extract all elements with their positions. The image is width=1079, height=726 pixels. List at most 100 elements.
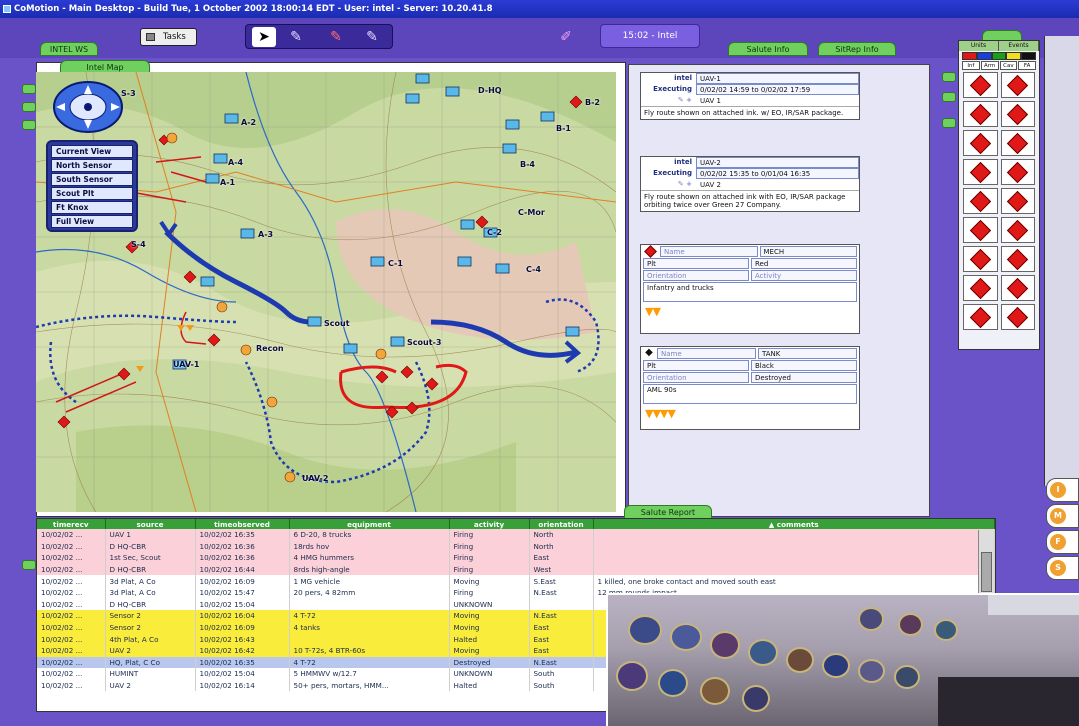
unit-label[interactable]: Recon [256,344,284,353]
unit-label[interactable]: Scout-3 [407,338,441,347]
name-field[interactable]: Name [660,246,758,257]
palette-symbol[interactable] [963,159,998,185]
eraser-icon[interactable]: ✐ [555,27,577,47]
symbol-description[interactable]: Infantry and trucks [643,282,857,302]
alert-item[interactable]: M [1046,504,1079,528]
side-button[interactable] [22,102,36,112]
scrollbar-thumb[interactable] [981,552,992,592]
unit-label[interactable]: C-4 [526,265,541,274]
palette-symbol[interactable] [1000,101,1035,127]
activity-select[interactable]: Destroyed [751,372,857,383]
palette-symbol[interactable] [963,275,998,301]
column-header[interactable]: timeobserved [195,519,290,529]
palette-symbol[interactable] [1000,72,1035,98]
table-row[interactable]: 10/02/02 ... 1st Sec, Scout 10/02/02 16:36… [37,552,995,564]
palette-sub-fa[interactable]: FA [1018,61,1036,70]
compass-navigator-icon[interactable] [52,80,124,134]
affiliation-select[interactable]: Black [751,360,857,371]
edit-icon[interactable]: ✎ + [641,179,696,190]
name-field[interactable]: Name [657,348,756,359]
activity-select[interactable]: Activity [751,270,857,281]
palette-symbol[interactable] [963,72,998,98]
type-select[interactable]: TANK [758,348,857,359]
view-south-sensor[interactable]: South Sensor [51,173,133,186]
palette-symbol[interactable] [1000,188,1035,214]
unit-label[interactable]: Scout [324,319,350,328]
unit-label[interactable]: UAV-2 [302,474,328,483]
type-select[interactable]: MECH [759,246,857,257]
side-button[interactable] [22,84,36,94]
palette-sub-arm[interactable]: Arm [980,61,999,70]
orientation-select[interactable]: Orientation [643,270,749,281]
side-button[interactable] [942,118,956,128]
column-header[interactable]: timerecv [37,519,106,529]
task-time[interactable]: 0/02/02 14:59 to 0/02/02 17:59 [696,84,859,95]
palette-symbol[interactable] [1000,246,1035,272]
orientation-select[interactable]: Orientation [643,372,749,383]
color-green[interactable] [991,52,1007,60]
palette-sub-inf[interactable]: Inf [962,61,980,70]
unit-label[interactable]: C-1 [388,259,403,268]
tab-intel-ws[interactable]: INTEL WS [40,42,98,56]
tab-sitrep-info[interactable]: SitRep Info [818,42,896,56]
view-ft-knox[interactable]: Ft Knox [51,201,133,214]
column-header[interactable]: activity [449,519,530,529]
color-blue[interactable] [976,52,992,60]
unit-label[interactable]: B-2 [585,98,600,107]
alert-item[interactable]: I [1046,478,1079,502]
side-button[interactable] [942,92,956,102]
alert-item[interactable]: S [1046,556,1079,580]
column-header[interactable]: orientation [529,519,594,529]
pen-red-icon[interactable]: ✎ [324,27,348,47]
view-full[interactable]: Full View [51,215,133,228]
color-black[interactable] [1021,52,1036,60]
pointer-arrow-icon[interactable]: ➤ [252,27,276,47]
pen-purple-icon[interactable]: ✎ [360,27,384,47]
table-row[interactable]: 10/02/02 ... D HQ-CBR 10/02/02 16:44 8rds h… [37,563,995,576]
column-header[interactable]: equipment [289,519,450,529]
palette-symbol[interactable] [963,130,998,156]
column-header[interactable]: source [105,519,196,529]
unit-label[interactable]: C-2 [487,228,502,237]
unit-label[interactable]: A-3 [258,230,273,239]
palette-symbol[interactable] [963,246,998,272]
color-red[interactable] [962,52,977,60]
color-yellow[interactable] [1006,52,1022,60]
unit-label[interactable]: UAV-1 [173,360,199,369]
unit-label[interactable]: B-4 [520,160,535,169]
side-button[interactable] [22,560,36,570]
palette-sub-cav[interactable]: Cav [999,61,1018,70]
side-button[interactable] [22,120,36,130]
unit-label[interactable]: A-4 [228,158,243,167]
palette-symbol[interactable] [1000,159,1035,185]
view-current[interactable]: Current View [51,145,133,158]
palette-symbol[interactable] [1000,275,1035,301]
view-north-sensor[interactable]: North Sensor [51,159,133,172]
task-card-uav2[interactable]: intel UAV-2 Executing 0/02/02 15:35 to 0/0… [640,156,860,212]
task-title[interactable]: UAV-2 [696,157,859,168]
table-row[interactable]: 10/02/02 ... D HQ-CBR 10/02/02 16:36 18rds … [37,540,995,553]
echelon-select[interactable]: Plt [643,258,749,269]
symbol-card-tank[interactable]: ◆ Name TANK Plt Black Orientation Destroyed … [640,346,860,430]
task-title[interactable]: UAV-1 [696,73,859,84]
tab-salute-report[interactable]: Salute Report [624,505,712,519]
column-header[interactable]: ▲ comments [593,519,995,529]
view-scout-plt[interactable]: Scout Plt [51,187,133,200]
unit-label[interactable]: A-2 [241,118,256,127]
palette-symbol[interactable] [963,217,998,243]
edit-icon[interactable]: ✎ + [641,95,696,106]
tasks-button[interactable]: Tasks [140,28,197,46]
palette-tab-units[interactable]: Units [959,41,999,51]
table-row[interactable]: 10/02/02 ... UAV 1 10/02/02 16:35 6 D-20, 8… [37,529,995,541]
symbol-card-mech[interactable]: Name MECH Plt Red Orientation Activity Infa… [640,244,860,334]
intel-map[interactable]: S-3 A-2 A-4 A-1 A-3 B-1 B-2 B-4 C-Mor C-… [36,72,616,512]
echelon-select[interactable]: Plt [643,360,749,371]
table-row[interactable]: 10/02/02 ... 3d Plat, A Co 10/02/02 16:09 1… [37,575,995,587]
unit-label[interactable]: S-4 [131,240,146,249]
symbol-description[interactable]: AML 90s [643,384,857,404]
unit-label[interactable]: B-1 [556,124,571,133]
palette-tab-events[interactable]: Events [999,41,1039,51]
palette-symbol[interactable] [1000,130,1035,156]
pen-blue-icon[interactable]: ✎ [284,27,308,47]
palette-symbol[interactable] [963,304,998,330]
